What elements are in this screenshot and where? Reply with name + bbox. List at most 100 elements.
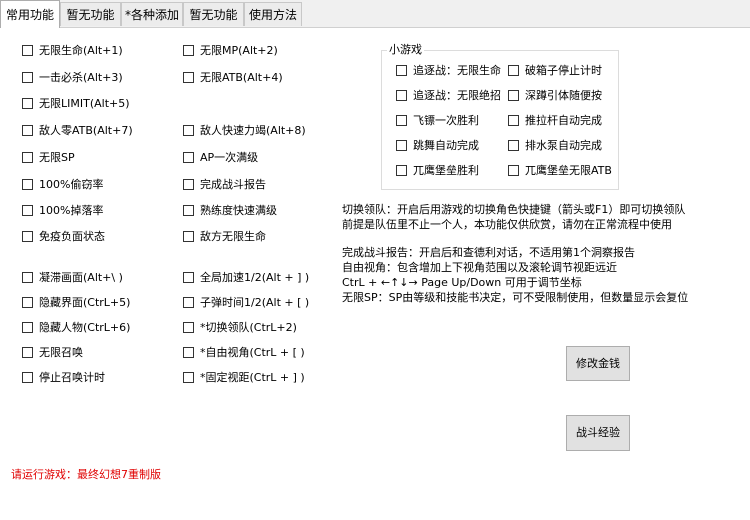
- checkbox-infinite-atb[interactable]: 无限ATB(Alt+4): [183, 70, 283, 86]
- checkbox-chase-infinite-hp[interactable]: 追逐战：无限生命: [396, 63, 501, 79]
- checkbox-dance-auto[interactable]: 跳舞自动完成: [396, 138, 479, 154]
- checkbox-box[interactable]: [508, 114, 519, 126]
- status-text: 请运行游戏：最终幻想7重制版: [11, 468, 161, 481]
- checkbox-drop-rate[interactable]: 100%掉落率: [22, 203, 103, 219]
- checkbox-pump-auto[interactable]: 排水泵自动完成: [508, 138, 602, 154]
- checkbox-label: 敌人零ATB(Alt+7): [39, 124, 133, 137]
- checkbox-box[interactable]: [22, 44, 33, 56]
- checkbox-box[interactable]: [396, 89, 407, 101]
- checkbox-enemy-fast-stagger[interactable]: 敌人快速力竭(Alt+8): [183, 123, 306, 139]
- checkbox-infinite-summon[interactable]: 无限召唤: [22, 345, 83, 361]
- checkbox-box[interactable]: [396, 114, 407, 126]
- checkbox-infinite-mp[interactable]: 无限MP(Alt+2): [183, 43, 278, 59]
- checkbox-label: *自由视角(CtrL + [ ): [200, 346, 305, 359]
- checkbox-box[interactable]: [22, 97, 33, 109]
- modify-money-button[interactable]: 修改金钱: [566, 346, 630, 381]
- checkbox-fort-condor-win[interactable]: 兀鹰堡垒胜利: [396, 163, 479, 179]
- tab-no-function-1[interactable]: 暂无功能: [60, 2, 121, 26]
- checkbox-label: 无限MP(Alt+2): [200, 44, 278, 57]
- checkbox-label: 兀鹰堡垒胜利: [413, 164, 479, 177]
- tab-common-functions[interactable]: 常用功能: [0, 0, 60, 28]
- checkbox-box[interactable]: [183, 204, 194, 216]
- tab-no-function-2[interactable]: 暂无功能: [183, 2, 244, 26]
- checkbox-box[interactable]: [183, 271, 194, 283]
- checkbox-label: 无限召唤: [39, 346, 83, 359]
- checkbox-box[interactable]: [22, 230, 33, 242]
- checkbox-hide-characters[interactable]: 隐藏人物(CtrL+6): [22, 320, 130, 336]
- checkbox-infinite-sp[interactable]: 无限SP: [22, 150, 75, 166]
- checkbox-box[interactable]: [22, 151, 33, 163]
- checkbox-box[interactable]: [508, 89, 519, 101]
- checkbox-label: *固定视距(CtrL + ] ): [200, 371, 305, 384]
- checkbox-infinite-hp[interactable]: 无限生命(Alt+1): [22, 43, 123, 59]
- checkbox-label: *切换领队(CtrL+2): [200, 321, 297, 334]
- checkbox-steal-rate[interactable]: 100%偷窃率: [22, 177, 103, 193]
- checkbox-status-immune[interactable]: 免疫负面状态: [22, 229, 105, 245]
- checkbox-box[interactable]: [183, 71, 194, 83]
- checkbox-box[interactable]: [22, 71, 33, 83]
- checkbox-box[interactable]: [183, 44, 194, 56]
- checkbox-box[interactable]: [183, 124, 194, 136]
- checkbox-box[interactable]: [22, 271, 33, 283]
- checkbox-box[interactable]: [22, 296, 33, 308]
- checkbox-box[interactable]: [396, 64, 407, 76]
- checkbox-box[interactable]: [396, 164, 407, 176]
- checkbox-switch-leader[interactable]: *切换领队(CtrL+2): [183, 320, 297, 336]
- checkbox-label: 推拉杆自动完成: [525, 114, 602, 127]
- checkbox-label: 熟练度快速满级: [200, 204, 277, 217]
- checkbox-box[interactable]: [22, 178, 33, 190]
- checkbox-box[interactable]: [22, 124, 33, 136]
- checkbox-label: 100%偷窃率: [39, 178, 104, 191]
- checkbox-proficiency-max[interactable]: 熟练度快速满级: [183, 203, 277, 219]
- checkbox-label: 无限SP: [39, 151, 75, 164]
- checkbox-stop-summon-timer[interactable]: 停止召唤计时: [22, 370, 105, 386]
- checkbox-label: 兀鹰堡垒无限ATB: [525, 164, 612, 177]
- checkbox-box[interactable]: [183, 230, 194, 242]
- checkbox-global-speedup[interactable]: 全局加速1/2(Alt + ] ): [183, 270, 309, 286]
- checkbox-box[interactable]: [508, 64, 519, 76]
- checkbox-box[interactable]: [183, 346, 194, 358]
- checkbox-label: 破箱子停止计时: [525, 64, 602, 77]
- checkbox-box[interactable]: [183, 321, 194, 333]
- checkbox-label: 追逐战：无限生命: [413, 64, 501, 77]
- checkbox-box-break-stop-timer[interactable]: 破箱子停止计时: [508, 63, 602, 79]
- checkbox-box[interactable]: [508, 139, 519, 151]
- checkbox-chase-infinite-ultimate[interactable]: 追逐战：无限绝招: [396, 88, 501, 104]
- checkbox-complete-battle-report[interactable]: 完成战斗报告: [183, 177, 266, 193]
- checkbox-box[interactable]: [22, 321, 33, 333]
- checkbox-free-camera[interactable]: *自由视角(CtrL + [ ): [183, 345, 305, 361]
- checkbox-box[interactable]: [396, 139, 407, 151]
- checkbox-darts-win[interactable]: 飞镖一次胜利: [396, 113, 479, 129]
- checkbox-enemy-zero-atb[interactable]: 敌人零ATB(Alt+7): [22, 123, 133, 139]
- checkbox-squats-pullups[interactable]: 深蹲引体随便按: [508, 88, 602, 104]
- checkbox-infinite-limit[interactable]: 无限LIMIT(Alt+5): [22, 96, 130, 112]
- checkbox-box[interactable]: [183, 371, 194, 383]
- checkbox-box[interactable]: [508, 164, 519, 176]
- battle-exp-button[interactable]: 战斗经验: [566, 415, 630, 451]
- checkbox-label: 无限生命(Alt+1): [39, 44, 123, 57]
- checkbox-box[interactable]: [22, 346, 33, 358]
- checkbox-box[interactable]: [183, 178, 194, 190]
- checkbox-lever-auto[interactable]: 推拉杆自动完成: [508, 113, 602, 129]
- checkbox-one-hit-kill[interactable]: 一击必杀(Alt+3): [22, 70, 123, 86]
- checkbox-box[interactable]: [183, 151, 194, 163]
- checkbox-fort-condor-atb[interactable]: 兀鹰堡垒无限ATB: [508, 163, 612, 179]
- checkbox-box[interactable]: [183, 296, 194, 308]
- checkbox-box[interactable]: [22, 371, 33, 383]
- tab-usage[interactable]: 使用方法: [244, 2, 302, 26]
- checkbox-label: 全局加速1/2(Alt + ] ): [200, 271, 310, 284]
- info-camera-keys: CtrL + ←↑↓→ Page Up/Down 可用于调节坐标: [342, 276, 582, 289]
- checkbox-hide-ui[interactable]: 隐藏界面(CtrL+5): [22, 295, 130, 311]
- checkbox-label: 100%掉落率: [39, 204, 104, 217]
- info-free-camera: 自由视角：包含增加上下视角范围以及滚轮调节视距远近: [342, 261, 617, 274]
- checkbox-enemy-infinite-hp[interactable]: 敌方无限生命: [183, 229, 266, 245]
- tab-various-additions[interactable]: *各种添加: [121, 2, 183, 26]
- info-switch-leader: 切换领队：开启后用游戏的切换角色快捷键（箭头或F1）即可切换领队: [342, 203, 686, 216]
- checkbox-freeze-screen[interactable]: 凝滞画面(Alt+\ ): [22, 270, 123, 286]
- checkbox-bullet-time[interactable]: 子弹时间1/2(Alt + [ ): [183, 295, 309, 311]
- checkbox-fixed-distance[interactable]: *固定视距(CtrL + ] ): [183, 370, 305, 386]
- checkbox-box[interactable]: [22, 204, 33, 216]
- checkbox-label: 凝滞画面(Alt+\ ): [39, 271, 123, 284]
- checkbox-ap-max-level[interactable]: AP一次满级: [183, 150, 258, 166]
- checkbox-label: 跳舞自动完成: [413, 139, 479, 152]
